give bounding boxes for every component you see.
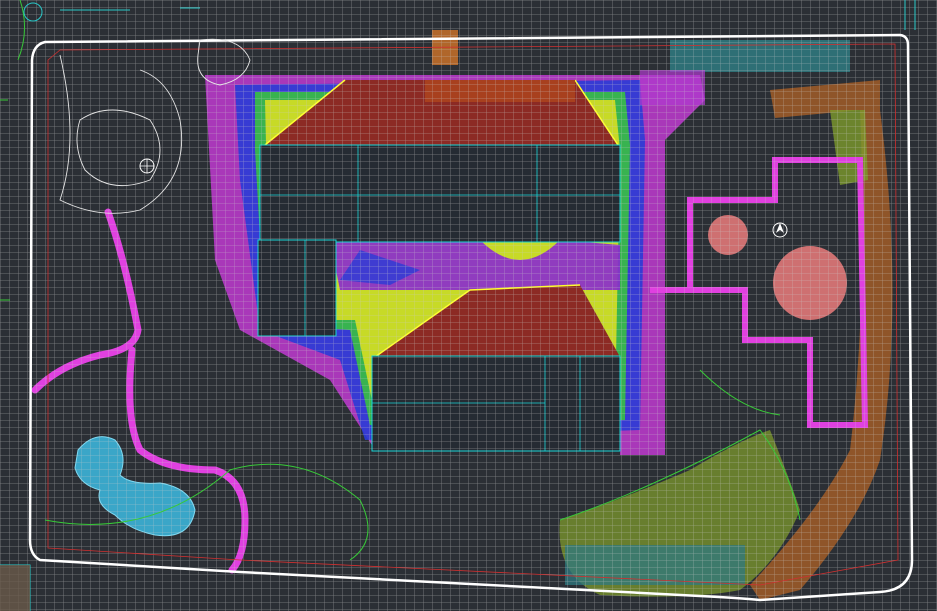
tree-symbol-icon [139,158,155,174]
grid-overlay [0,0,937,611]
site-plan-drawing [0,0,937,611]
corner-gravel [0,565,30,611]
